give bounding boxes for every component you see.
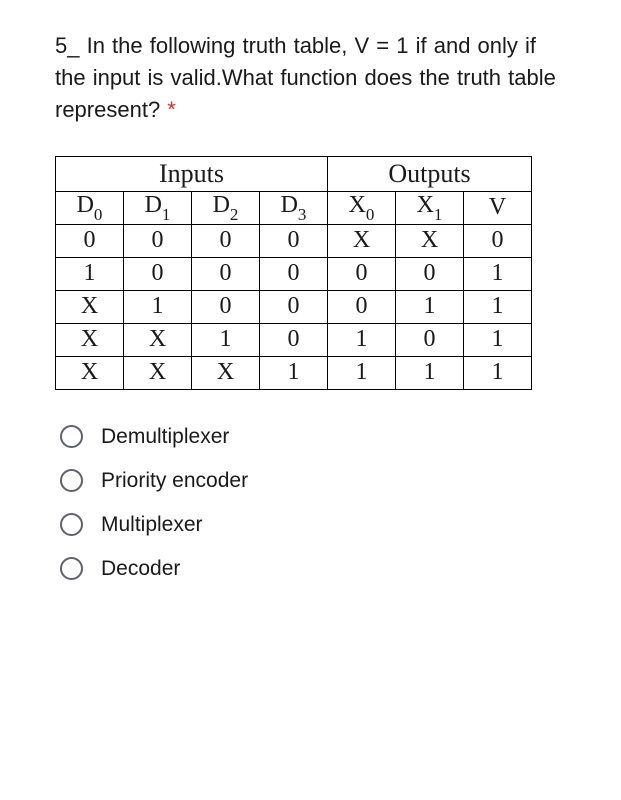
table-section-header-row: Inputs Outputs: [56, 156, 532, 191]
cell: 1: [464, 257, 532, 290]
table-row: X X 1 0 1 0 1: [56, 323, 532, 356]
option-label: Priority encoder: [101, 469, 248, 493]
required-asterisk: *: [167, 97, 176, 122]
cell: X: [56, 323, 124, 356]
col-x1: X1: [396, 191, 464, 224]
cell: X: [56, 356, 124, 389]
cell: 1: [56, 257, 124, 290]
option-label: Multiplexer: [101, 513, 203, 537]
cell: X: [396, 224, 464, 257]
option-decoder[interactable]: Decoder: [60, 557, 571, 581]
cell: 0: [124, 257, 192, 290]
col-v: V: [464, 191, 532, 224]
radio-icon: [60, 513, 83, 536]
cell: 1: [464, 356, 532, 389]
cell: X: [328, 224, 396, 257]
cell: 1: [192, 323, 260, 356]
cell: 1: [328, 356, 396, 389]
options-group: Demultiplexer Priority encoder Multiplex…: [60, 425, 571, 581]
outputs-header: Outputs: [328, 156, 532, 191]
question-body: 5_ In the following truth table, V = 1 i…: [55, 33, 556, 122]
col-d3: D3: [260, 191, 328, 224]
option-label: Demultiplexer: [101, 425, 229, 449]
col-d1: D1: [124, 191, 192, 224]
cell: 1: [396, 356, 464, 389]
cell: 0: [124, 224, 192, 257]
cell: 0: [192, 224, 260, 257]
cell: X: [56, 290, 124, 323]
cell: 0: [260, 290, 328, 323]
cell: 1: [464, 323, 532, 356]
cell: 0: [56, 224, 124, 257]
cell: 0: [260, 257, 328, 290]
cell: 0: [260, 224, 328, 257]
cell: 1: [328, 323, 396, 356]
table-row: 1 0 0 0 0 0 1: [56, 257, 532, 290]
cell: X: [192, 356, 260, 389]
option-label: Decoder: [101, 557, 180, 581]
cell: 0: [396, 323, 464, 356]
col-x0: X0: [328, 191, 396, 224]
cell: 0: [192, 290, 260, 323]
table-row: 0 0 0 0 X X 0: [56, 224, 532, 257]
radio-icon: [60, 425, 83, 448]
table-row: X X X 1 1 1 1: [56, 356, 532, 389]
option-multiplexer[interactable]: Multiplexer: [60, 513, 571, 537]
option-priority-encoder[interactable]: Priority encoder: [60, 469, 571, 493]
radio-icon: [60, 557, 83, 580]
cell: 0: [328, 290, 396, 323]
cell: 0: [260, 323, 328, 356]
table-row: X 1 0 0 0 1 1: [56, 290, 532, 323]
truth-table: Inputs Outputs D0 D1 D2 D3 X0 X1 V 0 0 0…: [55, 156, 532, 390]
inputs-header: Inputs: [56, 156, 328, 191]
cell: X: [124, 323, 192, 356]
cell: 0: [328, 257, 396, 290]
cell: 0: [192, 257, 260, 290]
cell: X: [124, 356, 192, 389]
cell: 1: [464, 290, 532, 323]
cell: 1: [124, 290, 192, 323]
cell: 0: [464, 224, 532, 257]
col-d2: D2: [192, 191, 260, 224]
col-d0: D0: [56, 191, 124, 224]
cell: 1: [396, 290, 464, 323]
table-column-header-row: D0 D1 D2 D3 X0 X1 V: [56, 191, 532, 224]
question-text: 5_ In the following truth table, V = 1 i…: [55, 30, 571, 126]
option-demultiplexer[interactable]: Demultiplexer: [60, 425, 571, 449]
cell: 0: [396, 257, 464, 290]
cell: 1: [260, 356, 328, 389]
radio-icon: [60, 469, 83, 492]
